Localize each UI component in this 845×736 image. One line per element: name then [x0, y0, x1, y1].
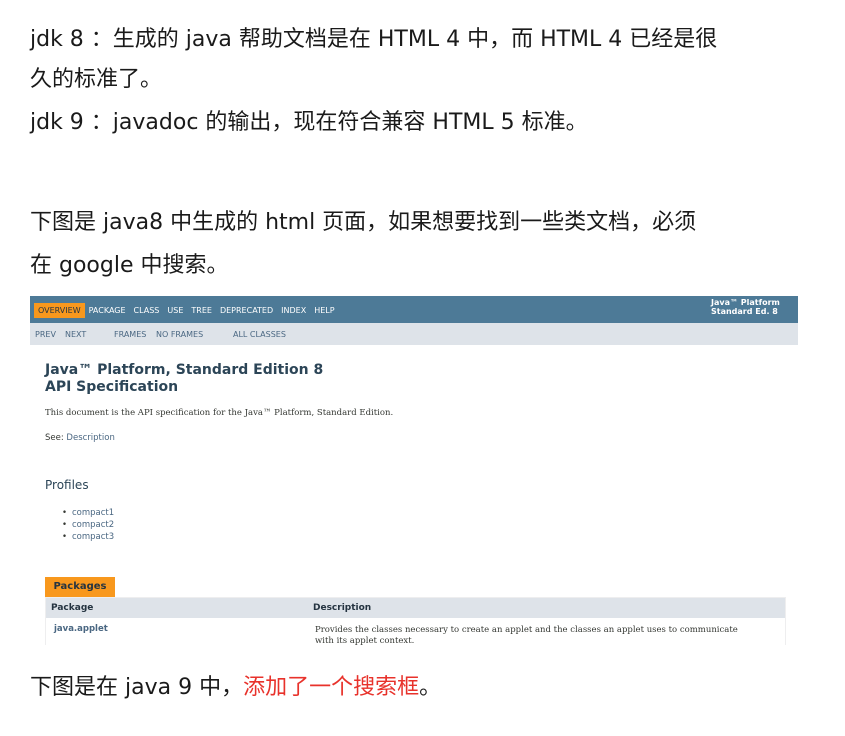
col-description: Description	[313, 603, 372, 613]
description-link[interactable]: Description	[66, 433, 114, 443]
javadoc-screenshot: OVERVIEW PACKAGE CLASS USE TREE DEPRECAT…	[30, 296, 798, 645]
line-suffix: 。	[419, 675, 442, 700]
text-line-3: jdk 9 ：javadoc 的输出，现在符合兼容 HTML 5 标准。	[30, 110, 588, 135]
text-line-1: jdk 8 ：生成的 java 帮助文档是在 HTML 4 中，而 HTML 4…	[30, 27, 718, 52]
highlight-text: 添加了一个搜索框	[243, 675, 420, 700]
profile-link[interactable]: compact3	[62, 531, 114, 543]
col-package: Package	[51, 603, 94, 613]
nav-index[interactable]: INDEX	[277, 303, 310, 318]
packages-table: Package Description java.applet Provides…	[45, 597, 786, 645]
title-line-2: API Specification	[45, 379, 179, 395]
nav-use[interactable]: USE	[163, 303, 187, 318]
nav-tree[interactable]: TREE	[187, 303, 216, 318]
platform-line-2: Standard Ed. 8	[711, 307, 778, 316]
table-header: Package Description	[46, 598, 785, 618]
package-description: Provides the classes necessary to create…	[315, 625, 738, 645]
nav-deprecated[interactable]: DEPRECATED	[216, 303, 277, 318]
api-description: This document is the API specification f…	[45, 408, 394, 418]
profiles-heading: Profiles	[45, 478, 89, 492]
line-prefix: 下图是在 java 9 中，	[30, 675, 244, 700]
prev-link[interactable]: PREV	[35, 330, 56, 339]
see-label: See:	[45, 433, 64, 443]
next-link[interactable]: NEXT	[65, 330, 86, 339]
text-line-5: 在 google 中搜索。	[30, 253, 229, 278]
text-line-2: 久的标准了。	[30, 67, 163, 92]
see-line: See: Description	[45, 433, 115, 443]
text-line-4: 下图是 java8 中生成的 html 页面，如果想要找到一些类文档，必须	[30, 210, 697, 235]
frames-link[interactable]: FRAMES	[114, 330, 146, 339]
packages-tab[interactable]: Packages	[45, 577, 115, 597]
profiles-list: compact1 compact2 compact3	[62, 507, 114, 543]
profile-link[interactable]: compact1	[62, 507, 114, 519]
profile-link[interactable]: compact2	[62, 519, 114, 531]
text-line-6: 下图是在 java 9 中，添加了一个搜索框。	[30, 673, 441, 703]
top-navbar: OVERVIEW PACKAGE CLASS USE TREE DEPRECAT…	[30, 296, 798, 323]
nav-package[interactable]: PACKAGE	[85, 303, 130, 318]
platform-line-1: Java™ Platform	[711, 298, 780, 307]
title-line-1: Java™ Platform, Standard Edition 8	[45, 362, 324, 378]
page-title: Java™ Platform, Standard Edition 8 API S…	[45, 362, 323, 396]
package-link[interactable]: java.applet	[54, 624, 108, 634]
sub-navbar: PREV NEXT FRAMES NO FRAMES ALL CLASSES	[30, 323, 798, 345]
nav-help[interactable]: HELP	[310, 303, 338, 318]
all-classes-link[interactable]: ALL CLASSES	[233, 330, 286, 339]
nav-class[interactable]: CLASS	[130, 303, 164, 318]
no-frames-link[interactable]: NO FRAMES	[156, 330, 203, 339]
table-row: java.applet Provides the classes necessa…	[46, 618, 785, 645]
nav-overview[interactable]: OVERVIEW	[34, 303, 85, 318]
platform-label: Java™ Platform Standard Ed. 8	[711, 298, 786, 316]
